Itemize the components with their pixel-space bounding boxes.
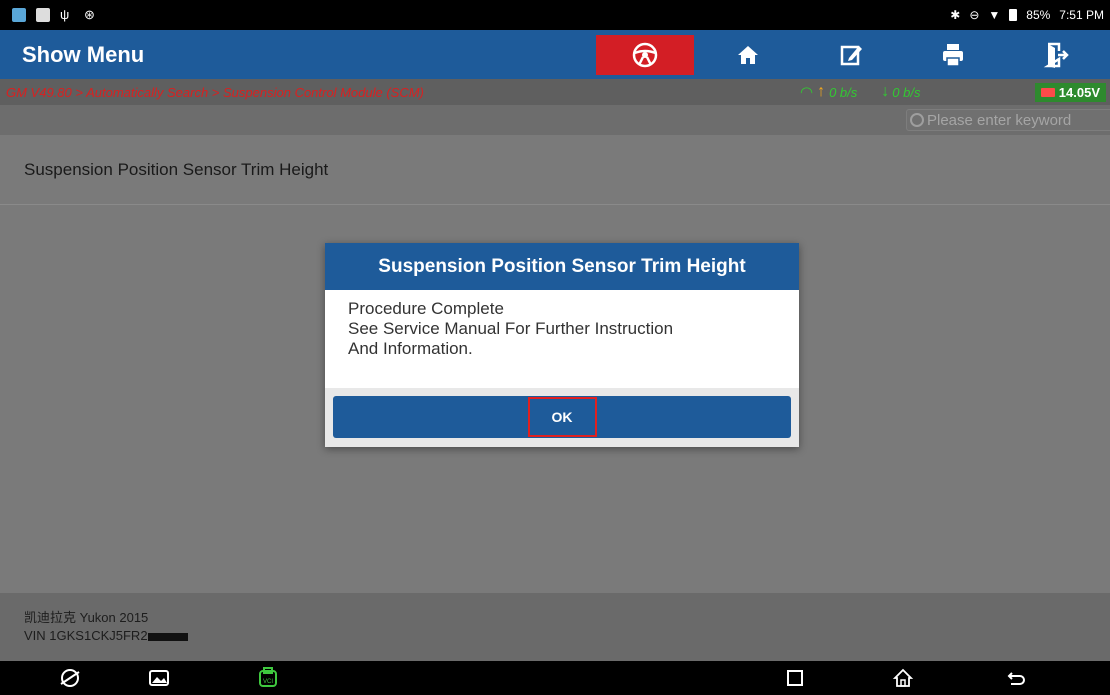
home-nav-icon[interactable] [890,665,916,691]
vehicle-info: 凯迪拉克 Yukon 2015 VIN 1GKS1CKJ5FR2 [0,593,1110,661]
dnd-icon: ⊖ [969,8,980,22]
app-icon [12,8,26,22]
battery-icon [1009,9,1018,21]
print-button[interactable] [905,35,1003,75]
bluetooth-icon: ✱ [950,8,961,22]
browser-icon[interactable] [57,665,83,691]
dialog-title: Suspension Position Sensor Trim Height [325,243,799,290]
car-battery-icon [1040,87,1055,97]
voltage-value: 14.05V [1058,84,1100,100]
settings-icon: ⊛ [84,7,95,22]
upload-status: ◠ ↑ 0 b/s [800,83,857,101]
ok-button[interactable]: OK [333,396,791,438]
print-icon [943,43,964,67]
usb-icon: ψ [60,7,70,22]
dialog-message: Procedure Complete See Service Manual Fo… [325,290,799,388]
search-icon [910,113,924,127]
upload-arrow-icon: ↑ [817,83,826,100]
recent-apps-icon[interactable] [782,665,808,691]
dialog-line-1: Procedure Complete [348,299,504,318]
exit-button[interactable] [1007,35,1105,75]
home-button[interactable] [699,35,797,75]
dialog-line-3: And Information. [348,339,473,358]
vin-line: VIN 1GKS1CKJ5FR2 [24,627,1110,645]
svg-text:VCI: VCI [263,679,273,685]
page-title: Show Menu [22,41,145,67]
app-header: Show Menu [0,30,1110,79]
download-rate: 0 b/s [892,84,921,100]
vci-icon[interactable]: VCI [255,665,281,691]
breadcrumb-bar: GM V49.80 > Automatically Search > Suspe… [0,79,1110,105]
image-icon [36,8,50,22]
list-item[interactable]: Suspension Position Sensor Trim Height [0,135,1110,205]
back-icon[interactable] [1003,665,1029,691]
edit-icon [840,45,862,65]
search-row: Please enter keyword [0,105,1110,135]
home-icon [737,45,758,64]
voltage-badge: 14.05V [1034,82,1106,102]
search-input[interactable]: Please enter keyword [906,109,1110,131]
download-status: ↓ 0 b/s [881,83,920,101]
gallery-icon[interactable] [146,665,172,691]
clock: 7:51 PM [1059,8,1104,22]
wifi-icon: ▼ [988,8,1001,22]
navigation-bar: VCI [0,661,1110,695]
upload-rate: 0 b/s [829,84,858,100]
breadcrumb: GM V49.80 > Automatically Search > Suspe… [6,84,424,100]
battery-level: 85% [1026,8,1051,22]
exit-icon [1043,42,1069,68]
completion-dialog: Suspension Position Sensor Trim Height P… [325,243,799,447]
search-placeholder: Please enter keyword [927,111,1072,129]
vin-redaction [147,632,188,641]
status-bar: ψ ⊛ ✱ ⊖ ▼ 85% 7:51 PM [0,0,1110,30]
download-arrow-icon: ↓ [881,83,890,100]
ok-button-label: OK [527,397,597,437]
wifi-signal-icon: ◠ [800,84,814,101]
vin-text: VIN 1GKS1CKJ5FR2 [24,628,148,643]
dialog-line-2: See Service Manual For Further Instructi… [348,319,674,338]
steering-wheel-button[interactable] [596,34,695,75]
edit-button[interactable] [802,35,900,75]
vehicle-name: 凯迪拉克 Yukon 2015 [24,610,149,625]
steering-wheel-icon [632,42,658,67]
